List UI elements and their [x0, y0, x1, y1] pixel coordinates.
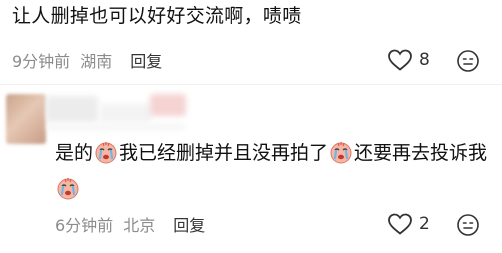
- heart-icon: [388, 213, 412, 235]
- comment-text-part: 还要再去投诉我: [354, 142, 488, 164]
- comment-location: 湖南: [80, 52, 113, 71]
- comment-text-part: 我已经删掉并且没再拍了: [119, 142, 329, 164]
- heart-icon: [388, 49, 412, 71]
- comment-text: 是的 我已经删掉并且没再拍了 还要再去投诉我: [55, 135, 495, 207]
- comment-text: 让人删掉也可以好好交流啊，啧啧: [12, 5, 302, 27]
- reply-button[interactable]: 回复: [130, 48, 162, 72]
- like-count: 8: [419, 50, 430, 70]
- like-button[interactable]: 2: [387, 212, 430, 236]
- comment-time: 9分钟前: [12, 52, 71, 71]
- subtext-blurred: [46, 124, 186, 130]
- reply-button[interactable]: 回复: [173, 212, 205, 236]
- like-button[interactable]: 8: [387, 48, 430, 72]
- comment-time: 6分钟前: [55, 216, 114, 235]
- username-blurred[interactable]: [46, 96, 98, 122]
- crying-face-icon: [330, 142, 352, 164]
- comment-meta: 9分钟前 湖南 回复: [12, 49, 162, 71]
- crying-face-icon: [95, 142, 117, 164]
- emoji-reaction-icon[interactable]: [456, 213, 480, 237]
- comment-location: 北京: [123, 216, 156, 235]
- username-blurred: [100, 104, 152, 122]
- crying-face-icon: [57, 178, 79, 200]
- avatar[interactable]: [6, 94, 46, 144]
- badge-blurred: [150, 94, 186, 116]
- emoji-reaction-icon[interactable]: [456, 49, 480, 73]
- like-count: 2: [419, 214, 430, 234]
- divider: [0, 84, 502, 85]
- comment-meta: 6分钟前 北京 回复: [55, 213, 205, 235]
- comment-text-part: 是的: [55, 142, 94, 164]
